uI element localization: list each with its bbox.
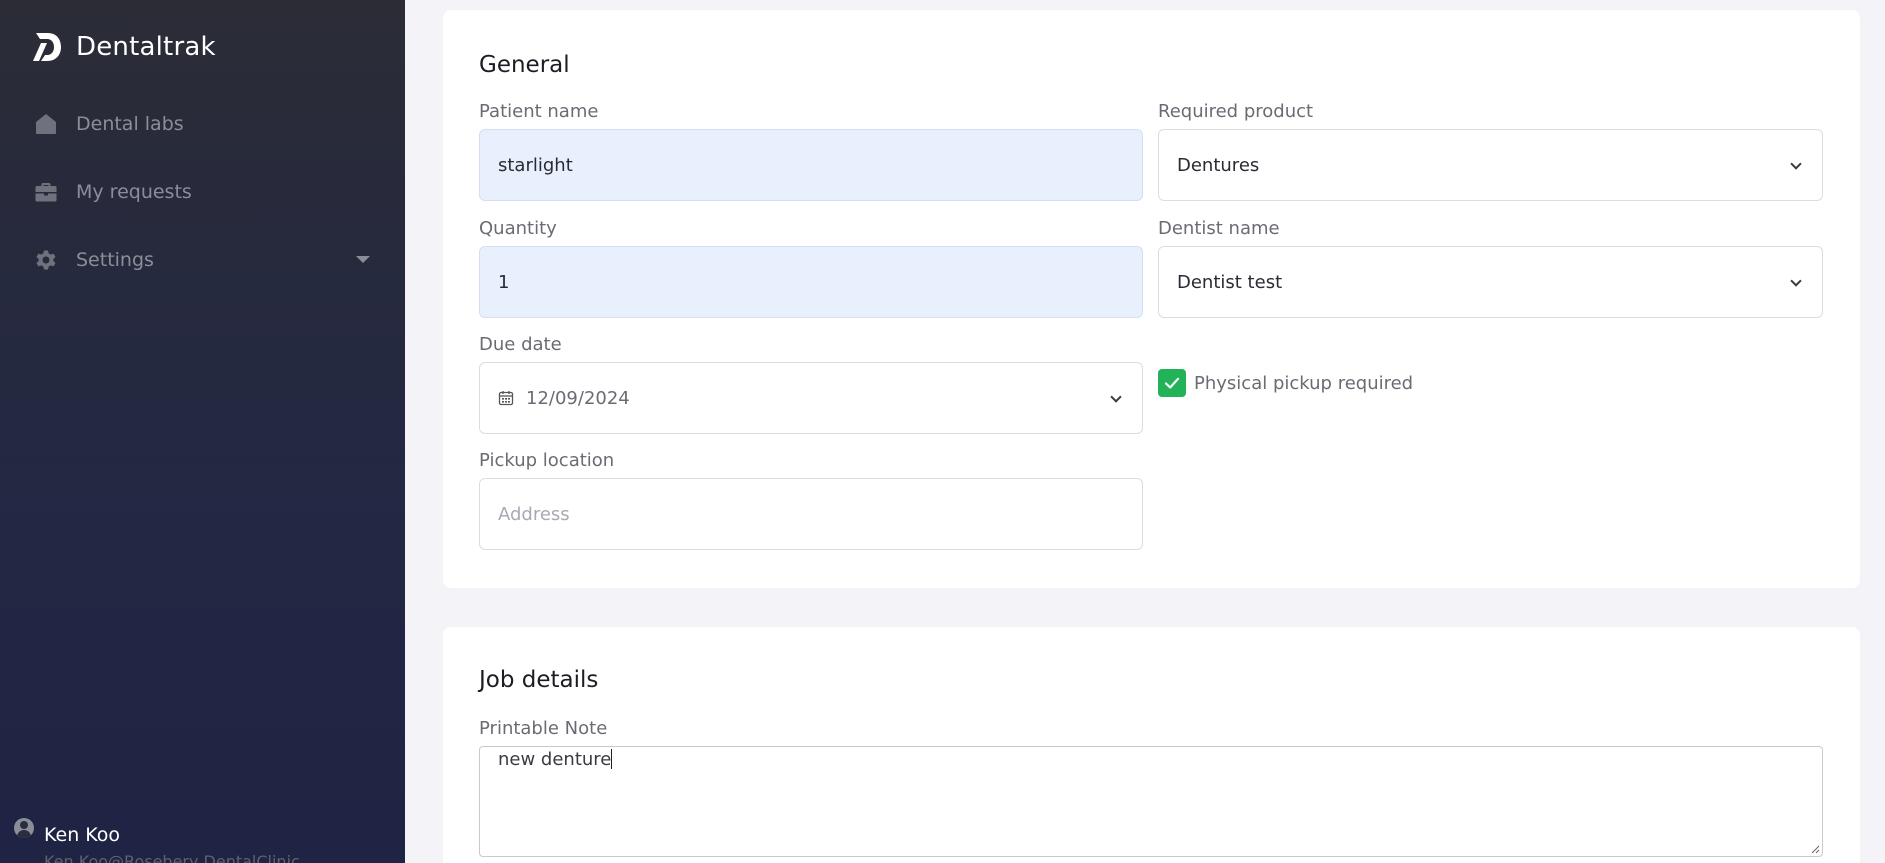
resize-handle-icon[interactable] bbox=[1810, 844, 1820, 854]
physical-pickup-checkbox[interactable] bbox=[1158, 369, 1186, 397]
printable-note-textarea[interactable]: new denture bbox=[479, 746, 1823, 857]
quantity-label: Quantity bbox=[479, 218, 557, 239]
quantity-input[interactable]: 1 bbox=[479, 246, 1143, 318]
dentist-name-label: Dentist name bbox=[1158, 218, 1280, 239]
pickup-location-input[interactable]: Address bbox=[479, 478, 1143, 550]
user-email: Ken.Koo@Rosebery DentalClinic bbox=[44, 852, 300, 863]
sidebar-item-label: Settings bbox=[76, 249, 154, 271]
pickup-location-label: Pickup location bbox=[479, 450, 615, 471]
brand-name: Dentaltrak bbox=[76, 32, 216, 62]
home-icon bbox=[36, 114, 56, 134]
user-profile[interactable]: Ken Koo Ken.Koo@Rosebery DentalClinic bbox=[14, 818, 300, 863]
general-section: General Patient name starlight Required … bbox=[443, 10, 1860, 588]
checkmark-icon bbox=[1164, 377, 1180, 389]
sidebar-item-label: My requests bbox=[76, 181, 192, 203]
dentaltrak-logo-icon bbox=[33, 33, 61, 61]
user-name: Ken Koo bbox=[44, 824, 121, 846]
printable-note-label: Printable Note bbox=[479, 718, 608, 739]
chevron-down-icon bbox=[1790, 275, 1802, 287]
dentist-name-select[interactable]: Dentist test bbox=[1158, 246, 1823, 318]
required-product-value: Dentures bbox=[1177, 154, 1260, 176]
briefcase-icon bbox=[35, 183, 57, 202]
printable-note-value: new denture bbox=[498, 749, 612, 770]
due-date-picker[interactable]: 12/09/2024 bbox=[479, 362, 1143, 434]
patient-name-value: starlight bbox=[498, 154, 573, 176]
section-title: General bbox=[479, 52, 570, 78]
user-avatar-icon bbox=[14, 818, 34, 838]
due-date-value: 12/09/2024 bbox=[526, 387, 630, 409]
sidebar-item-dental-labs[interactable]: Dental labs bbox=[34, 112, 184, 136]
text-cursor bbox=[611, 749, 613, 769]
sidebar-item-label: Dental labs bbox=[76, 113, 184, 135]
job-details-section: Job details Printable Note new denture bbox=[443, 627, 1860, 863]
required-product-label: Required product bbox=[1158, 101, 1314, 122]
gear-icon bbox=[36, 250, 56, 270]
due-date-label: Due date bbox=[479, 334, 562, 355]
chevron-down-icon[interactable] bbox=[356, 256, 370, 263]
quantity-value: 1 bbox=[498, 271, 510, 293]
chevron-down-icon bbox=[1110, 391, 1122, 403]
chevron-down-icon bbox=[1790, 158, 1802, 170]
sidebar-item-my-requests[interactable]: My requests bbox=[34, 180, 192, 204]
physical-pickup-label: Physical pickup required bbox=[1194, 372, 1414, 394]
section-title: Job details bbox=[479, 667, 599, 693]
sidebar-item-settings[interactable]: Settings bbox=[34, 248, 370, 272]
dentist-name-value: Dentist test bbox=[1177, 271, 1283, 293]
sidebar: Dentaltrak Dental labs My requests Setti… bbox=[0, 0, 405, 863]
calendar-icon bbox=[498, 391, 514, 406]
pickup-location-placeholder: Address bbox=[498, 503, 570, 525]
physical-pickup-checkbox-row[interactable]: Physical pickup required bbox=[1158, 369, 1413, 397]
patient-name-input[interactable]: starlight bbox=[479, 129, 1143, 201]
required-product-select[interactable]: Dentures bbox=[1158, 129, 1823, 201]
brand[interactable]: Dentaltrak bbox=[32, 30, 216, 64]
patient-name-label: Patient name bbox=[479, 101, 599, 122]
